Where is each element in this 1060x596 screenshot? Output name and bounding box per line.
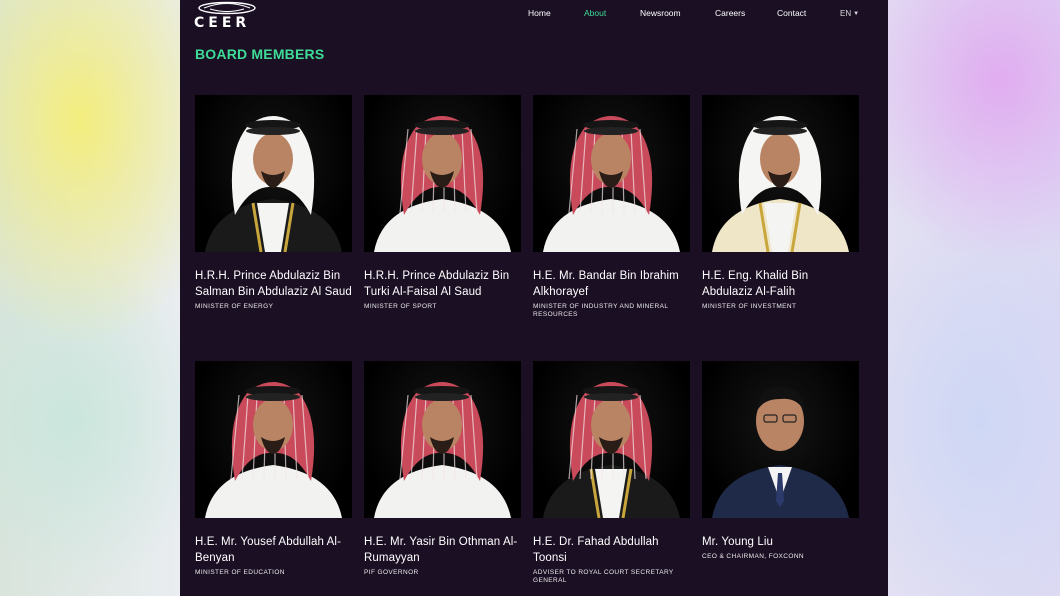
member-photo xyxy=(364,361,521,518)
member-photo xyxy=(195,95,352,252)
portrait-graphic xyxy=(543,382,680,518)
member-name: H.E. Dr. Fahad Abdullah Toonsi xyxy=(533,536,659,564)
board-member-card[interactable]: H.E. Mr. Yousef Abdullah Al-Benyan MINIS… xyxy=(195,361,352,577)
nav-contact[interactable]: Contact xyxy=(777,8,806,18)
nav-newsroom[interactable]: Newsroom xyxy=(640,8,681,18)
main-page: CEER Home About Newsroom Careers Contact… xyxy=(180,0,888,596)
board-member-card[interactable]: H.E. Mr. Yasir Bin Othman Al-Rumayyan PI… xyxy=(364,361,521,577)
nav-about[interactable]: About xyxy=(584,8,606,18)
member-role: CEO & CHAIRMAN, FOXCONN xyxy=(702,553,805,560)
member-name: H.E. Mr. Yasir Bin Othman Al-Rumayyan xyxy=(364,536,518,564)
board-member-card[interactable]: H.R.H. Prince Abdulaziz Bin Turki Al-Fai… xyxy=(364,95,521,311)
caret-down-icon: ▼ xyxy=(853,11,860,17)
ceer-logo[interactable]: CEER xyxy=(194,0,264,32)
portrait-graphic xyxy=(205,116,342,252)
member-photo xyxy=(195,361,352,518)
language-selector[interactable]: EN ▼ xyxy=(840,9,859,18)
member-role: MINISTER OF INVESTMENT xyxy=(702,303,797,310)
portrait-graphic xyxy=(712,116,849,252)
board-member-card[interactable]: Mr. Young Liu CEO & CHAIRMAN, FOXCONN xyxy=(702,361,859,561)
member-role: PIF GOVERNOR xyxy=(364,569,419,576)
member-photo xyxy=(702,361,859,518)
board-member-card[interactable]: H.E. Eng. Khalid Bin Abdulaziz Al-Falih … xyxy=(702,95,859,311)
member-name: Mr. Young Liu xyxy=(702,536,773,548)
member-name: H.E. Mr. Yousef Abdullah Al-Benyan xyxy=(195,536,341,564)
member-photo xyxy=(533,361,690,518)
member-photo xyxy=(702,95,859,252)
nav-careers[interactable]: Careers xyxy=(715,8,745,18)
board-member-card[interactable]: H.E. Mr. Bandar Bin Ibrahim Alkhorayef M… xyxy=(533,95,690,319)
member-role: MINISTER OF SPORT xyxy=(364,303,437,310)
board-member-card[interactable]: H.E. Dr. Fahad Abdullah Toonsi ADVISER T… xyxy=(533,361,690,585)
portrait-graphic xyxy=(205,382,342,518)
portrait-graphic xyxy=(374,382,511,518)
member-name: H.E. Eng. Khalid Bin Abdulaziz Al-Falih xyxy=(702,270,809,298)
header: CEER Home About Newsroom Careers Contact… xyxy=(180,0,888,36)
logo-emblem-icon xyxy=(198,1,256,15)
nav-home[interactable]: Home xyxy=(528,8,551,18)
member-role: ADVISER TO ROYAL COURT SECRETARY GENERAL xyxy=(533,569,674,584)
board-member-card[interactable]: H.R.H. Prince Abdulaziz Bin Salman Bin A… xyxy=(195,95,352,311)
language-label: EN xyxy=(840,9,852,18)
member-photo xyxy=(364,95,521,252)
member-photo xyxy=(533,95,690,252)
portrait-graphic xyxy=(712,386,849,518)
logo-text: CEER xyxy=(194,15,251,31)
section-title: BOARD MEMBERS xyxy=(195,46,325,62)
member-name: H.R.H. Prince Abdulaziz Bin Salman Bin A… xyxy=(195,270,352,298)
member-role: MINISTER OF ENERGY xyxy=(195,303,274,310)
member-role: MINISTER OF INDUSTRY AND MINERAL RESOURC… xyxy=(533,303,669,318)
member-role: MINISTER OF EDUCATION xyxy=(195,569,285,576)
portrait-graphic xyxy=(543,116,680,252)
member-name: H.E. Mr. Bandar Bin Ibrahim Alkhorayef xyxy=(533,270,679,298)
portrait-graphic xyxy=(374,116,511,252)
member-name: H.R.H. Prince Abdulaziz Bin Turki Al-Fai… xyxy=(364,270,510,298)
